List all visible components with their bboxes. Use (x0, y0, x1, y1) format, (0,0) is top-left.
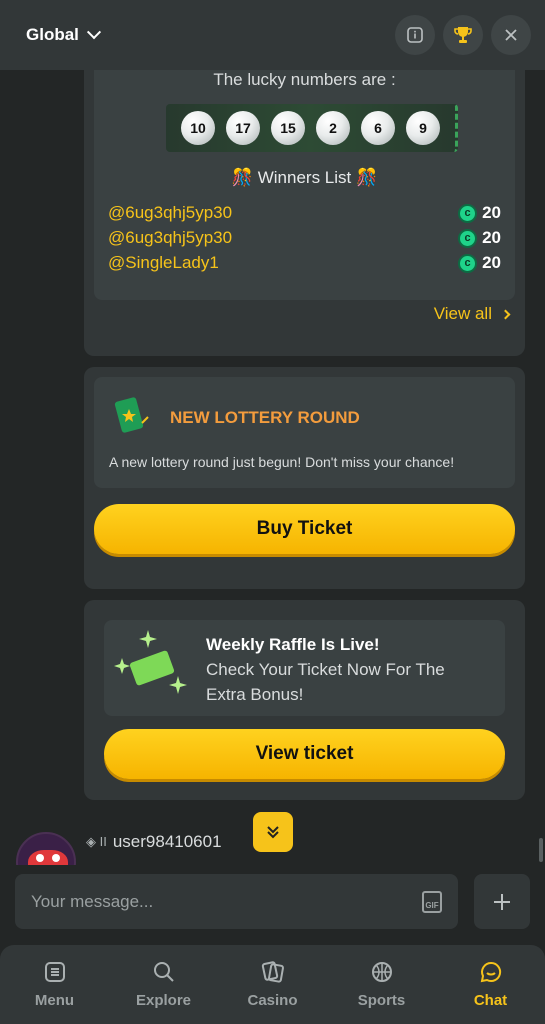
nav-chat[interactable]: Chat (436, 945, 545, 1024)
new-round-panel: NEW LOTTERY ROUND A new lottery round ju… (94, 377, 515, 488)
nav-label: Explore (135, 992, 192, 1009)
coin-icon: c (458, 228, 478, 248)
monster-avatar-image (28, 850, 68, 865)
raffle-heading: Weekly Raffle Is Live! (206, 635, 380, 654)
new-round-title: NEW LOTTERY ROUND (170, 408, 360, 427)
close-icon (505, 29, 517, 41)
lucky-numbers-strip: 10 17 15 2 6 9 (166, 104, 458, 152)
chat-messages[interactable]: The lucky numbers are : 10 17 15 2 6 9 🎊… (0, 70, 545, 865)
raffle-panel: Weekly Raffle Is Live! Check Your Ticket… (104, 620, 505, 716)
weekly-raffle-card: Weekly Raffle Is Live! Check Your Ticket… (84, 600, 525, 800)
menu-icon (44, 962, 65, 982)
nav-sports[interactable]: Sports (327, 945, 436, 1024)
winner-name[interactable]: @6ug3qhj5yp30 (108, 228, 232, 248)
nav-explore[interactable]: Explore (109, 945, 218, 1024)
info-icon (407, 27, 423, 43)
view-all-label: View all (433, 304, 492, 323)
nav-menu[interactable]: Menu (0, 945, 109, 1024)
raffle-text: Weekly Raffle Is Live! Check Your Ticket… (206, 632, 496, 707)
coin-icon: c (458, 203, 478, 223)
winner-amount: 20 (482, 203, 501, 222)
message-composer: GIF (0, 865, 545, 945)
view-ticket-button[interactable]: View ticket (104, 729, 505, 779)
raffle-line: Extra Bonus! (206, 685, 304, 704)
raffle-ticket-icon (114, 630, 187, 694)
level-badge: ◈ II (86, 834, 107, 849)
lottery-result-card: The lucky numbers are : 10 17 15 2 6 9 🎊… (84, 70, 525, 356)
close-button[interactable] (491, 15, 531, 55)
avatar-eye (52, 854, 60, 862)
message-input[interactable] (15, 874, 458, 929)
raffle-line: Check Your Ticket Now For The (206, 660, 445, 679)
buy-ticket-button[interactable]: Buy Ticket (94, 504, 515, 554)
message-author[interactable]: ◈ II user98410601 (86, 832, 222, 852)
lottery-result-panel: The lucky numbers are : 10 17 15 2 6 9 🎊… (94, 70, 515, 300)
lottery-ticket-icon (114, 397, 149, 433)
winner-amount: 20 (482, 228, 501, 247)
search-icon (153, 962, 174, 982)
nav-label: Chat (473, 992, 508, 1009)
lottery-ball: 6 (361, 111, 395, 145)
nav-label: Casino (247, 992, 298, 1009)
cards-icon (261, 961, 284, 983)
nav-label: Menu (34, 992, 75, 1009)
avatar-eye (36, 854, 44, 862)
winner-row: @SingleLady1 c 20 (108, 252, 501, 274)
chevron-down-icon (86, 25, 101, 40)
nav-casino[interactable]: Casino (218, 945, 327, 1024)
winner-amount: 20 (482, 253, 501, 272)
nav-label: Sports (357, 992, 406, 1009)
lottery-ball: 17 (226, 111, 260, 145)
winner-name[interactable]: @6ug3qhj5yp30 (108, 203, 232, 223)
scroll-to-bottom-button[interactable] (253, 812, 293, 852)
winners-list-title: 🎊 Winners List 🎊 (231, 168, 378, 187)
lucky-numbers-title: The lucky numbers are : (213, 70, 396, 89)
bottom-navigation: Menu Explore Casino Sports Chat (0, 945, 545, 1024)
new-lottery-round-card: NEW LOTTERY ROUND A new lottery round ju… (84, 367, 525, 589)
lottery-ball: 2 (316, 111, 350, 145)
coin-icon: c (458, 253, 478, 273)
room-name: Global (26, 25, 79, 44)
chat-icon (480, 961, 501, 983)
view-all-link[interactable]: View all (433, 304, 511, 324)
leaderboard-button[interactable] (443, 15, 483, 55)
chevron-right-icon (500, 309, 511, 319)
scrollbar[interactable] (539, 838, 543, 862)
plus-icon (494, 893, 510, 910)
lottery-ball: 10 (181, 111, 215, 145)
chat-header: Global (0, 0, 545, 70)
double-chevron-down-icon (267, 826, 279, 839)
lottery-ball: 15 (271, 111, 305, 145)
winner-row: @6ug3qhj5yp30 c 20 (108, 227, 501, 249)
room-selector[interactable]: Global (26, 25, 101, 45)
gif-icon[interactable]: GIF (422, 891, 442, 913)
basketball-icon (371, 962, 392, 982)
winner-name[interactable]: @SingleLady1 (108, 253, 219, 273)
username: user98410601 (112, 832, 222, 851)
lottery-ball: 9 (406, 111, 440, 145)
info-button[interactable] (395, 15, 435, 55)
winner-row: @6ug3qhj5yp30 c 20 (108, 202, 501, 224)
add-attachment-button[interactable] (474, 874, 530, 929)
avatar[interactable] (16, 832, 76, 865)
trophy-icon (454, 27, 472, 43)
new-round-text: A new lottery round just begun! Don't mi… (109, 454, 455, 470)
